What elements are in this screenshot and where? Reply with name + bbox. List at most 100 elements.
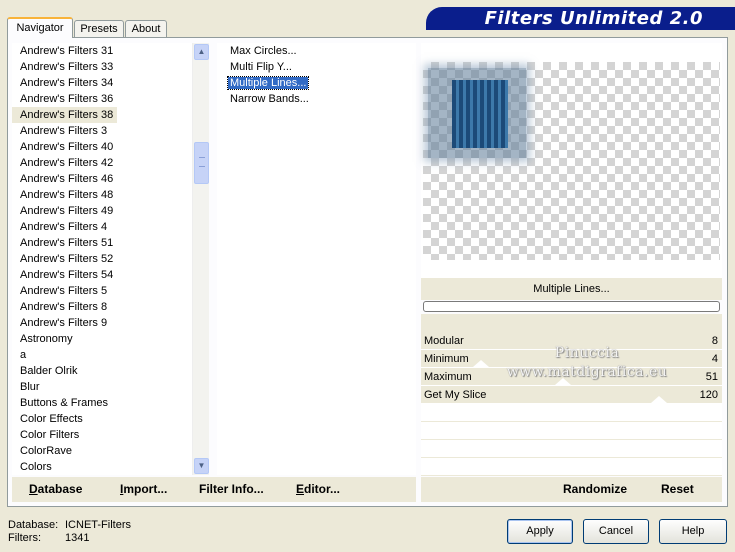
category-item-label: Andrew's Filters 52 (20, 253, 114, 265)
reset-button[interactable]: Reset (661, 481, 694, 497)
category-item-label: Andrew's Filters 8 (20, 301, 108, 313)
category-item-label: Andrew's Filters 40 (20, 141, 114, 153)
list-item[interactable]: Andrew's Filters 48 (12, 187, 192, 203)
category-item-label: Andrew's Filters 54 (20, 269, 114, 281)
list-item[interactable]: Andrew's Filters 52 (12, 251, 192, 267)
filter-info-button[interactable]: Filter Info... (199, 481, 264, 497)
list-item[interactable]: Blur (12, 379, 192, 395)
scroll-up-arrow-icon[interactable]: ▲ (194, 44, 209, 60)
list-item[interactable]: Color Effects (12, 411, 192, 427)
category-item-label: Andrew's Filters 3 (20, 125, 108, 137)
list-item[interactable]: Astronomy (12, 331, 192, 347)
list-item[interactable]: Andrew's Filters 34 (12, 75, 192, 91)
cancel-button[interactable]: Cancel (583, 519, 649, 544)
list-item[interactable]: Andrew's Filters 8 (12, 299, 192, 315)
list-item[interactable]: Andrew's Filters 38 (12, 107, 192, 123)
category-scrollbar[interactable]: ▲ ▼ (192, 43, 209, 475)
list-item[interactable]: Andrew's Filters 54 (12, 267, 192, 283)
randomize-button[interactable]: Randomize (563, 481, 627, 497)
category-item-label: Andrew's Filters 5 (20, 285, 108, 297)
database-button[interactable]: Database (29, 481, 82, 497)
import-button[interactable]: Import... (120, 481, 167, 497)
list-item[interactable]: Andrew's Filters 40 (12, 139, 192, 155)
list-item[interactable]: Andrew's Filters 4 (12, 219, 192, 235)
tab-navigator[interactable]: Navigator (7, 17, 73, 38)
apply-button[interactable]: Apply (507, 519, 573, 544)
tab-about[interactable]: About (125, 20, 167, 38)
list-item[interactable]: a (12, 347, 192, 363)
progress-bar (423, 301, 720, 312)
category-item-label: Andrew's Filters 33 (20, 61, 114, 73)
category-item-label: Andrew's Filters 38 (12, 107, 118, 123)
list-item[interactable]: Andrew's Filters 5 (12, 283, 192, 299)
category-item-label: Andrew's Filters 42 (20, 157, 114, 169)
list-item[interactable]: Buttons & Frames (12, 395, 192, 411)
category-item-label: Andrew's Filters 48 (20, 189, 114, 201)
category-item-label: Color Filters (20, 429, 80, 441)
list-item[interactable]: Colors (12, 459, 192, 475)
status-info: Database: ICNET-Filters Filters: 1341 (8, 519, 131, 545)
list-item[interactable]: Andrew's Filters 51 (12, 235, 192, 251)
list-item[interactable]: Balder Olrik (12, 363, 192, 379)
filter-item[interactable]: Max Circles... (217, 43, 416, 59)
param-value: 4 (711, 353, 718, 365)
list-item[interactable]: Andrew's Filters 31 (12, 43, 192, 59)
preview-lines-pattern (452, 80, 508, 148)
category-item-label: Andrew's Filters 9 (20, 317, 108, 329)
category-item-label: Andrew's Filters 4 (20, 221, 108, 233)
filter-item[interactable]: Multi Flip Y... (217, 59, 416, 75)
param-value: 51 (705, 371, 718, 383)
list-item[interactable]: ColorRave (12, 443, 192, 459)
list-item[interactable]: Andrew's Filters 33 (12, 59, 192, 75)
list-item[interactable]: Andrew's Filters 9 (12, 315, 192, 331)
slider-marker-icon[interactable] (473, 360, 489, 367)
filter-item[interactable]: Multiple Lines... (217, 75, 416, 91)
list-item[interactable]: Andrew's Filters 46 (12, 171, 192, 187)
filter-item-label: Max Circles... (230, 45, 297, 57)
filter-list[interactable]: Max Circles... Multi Flip Y... Multiple Li… (217, 43, 416, 475)
category-item-label: Balder Olrik (20, 365, 78, 377)
parameter-list: Modular 8 Minimum 4 Maximum 51 Get My Sl… (421, 332, 722, 476)
category-item-label: Andrew's Filters 49 (20, 205, 114, 217)
param-row-modular[interactable]: Modular 8 (421, 332, 722, 350)
filters-count-label: Filters: (8, 532, 41, 544)
database-label: Database: (8, 519, 59, 531)
filter-item-label: Multiple Lines... (226, 76, 310, 90)
list-item[interactable]: Color Filters (12, 427, 192, 443)
filter-item[interactable]: Narrow Bands... (217, 91, 416, 107)
param-label: Modular (424, 335, 464, 347)
list-item[interactable]: Andrew's Filters 36 (12, 91, 192, 107)
category-item-label: Andrew's Filters 31 (20, 45, 114, 57)
right-button-bar: Randomize Reset (421, 477, 722, 502)
param-label: Get My Slice (424, 389, 487, 401)
category-list[interactable]: Andrew's Filters 31 Andrew's Filters 33 An… (12, 43, 192, 475)
database-value: ICNET-Filters (65, 519, 131, 531)
param-row-empty (421, 440, 722, 458)
param-row-minimum[interactable]: Minimum 4 (421, 350, 722, 368)
param-label: Maximum (424, 371, 472, 383)
left-button-bar: Database Import... Filter Info... Editor… (12, 477, 416, 502)
param-header-spacer (421, 314, 722, 332)
param-label: Minimum (424, 353, 469, 365)
list-item[interactable]: Andrew's Filters 3 (12, 123, 192, 139)
category-item-label: ColorRave (20, 445, 72, 457)
category-item-label: Blur (20, 381, 40, 393)
category-item-label: Andrew's Filters 34 (20, 77, 114, 89)
editor-button[interactable]: Editor... (296, 481, 340, 497)
slider-marker-icon[interactable] (555, 378, 571, 385)
param-row-empty (421, 404, 722, 422)
help-button[interactable]: Help (659, 519, 727, 544)
param-row-maximum[interactable]: Maximum 51 (421, 368, 722, 386)
scroll-down-arrow-icon[interactable]: ▼ (194, 458, 209, 474)
category-item-label: Color Effects (20, 413, 83, 425)
list-item[interactable]: Andrew's Filters 49 (12, 203, 192, 219)
param-row-empty (421, 458, 722, 476)
slider-marker-icon[interactable] (651, 396, 667, 403)
list-item[interactable]: Andrew's Filters 42 (12, 155, 192, 171)
param-row-get-my-slice[interactable]: Get My Slice 120 (421, 386, 722, 404)
filters-count-value: 1341 (65, 532, 90, 544)
filter-item-label: Narrow Bands... (230, 93, 309, 105)
tab-presets[interactable]: Presets (74, 20, 124, 38)
param-value: 8 (711, 335, 718, 347)
scroll-thumb[interactable] (194, 142, 209, 184)
